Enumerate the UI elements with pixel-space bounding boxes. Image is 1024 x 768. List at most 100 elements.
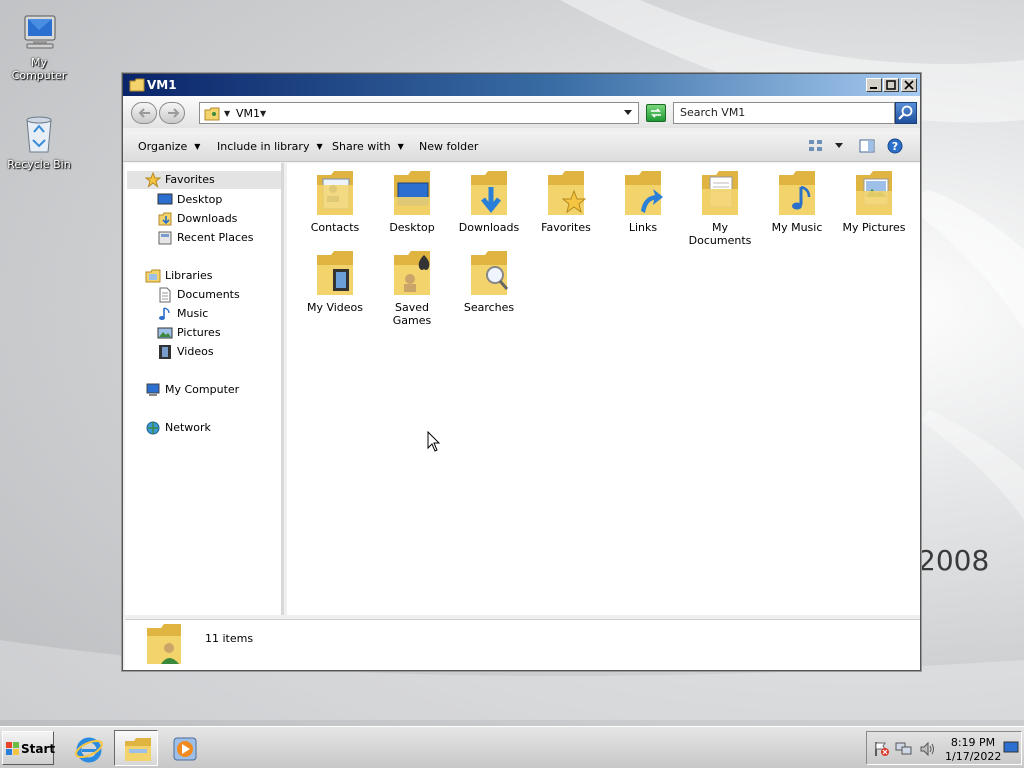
include-in-library-button[interactable]: Include in library ▼ — [217, 140, 323, 153]
nav-recent-places[interactable]: Recent Places — [157, 229, 277, 247]
links-folder-icon — [625, 171, 663, 215]
help-icon[interactable]: ? — [887, 138, 903, 154]
forward-button[interactable] — [159, 102, 185, 124]
maximize-button[interactable] — [883, 78, 899, 92]
command-bar: Organize ▼ Include in library ▼ Share with… — [123, 132, 920, 162]
folder-downloads[interactable]: Downloads — [453, 169, 525, 234]
address-toolbar: ▼ VM1 ▼ Search VM1 — [123, 96, 920, 128]
taskbar-internet-explorer[interactable] — [66, 730, 110, 766]
search-input[interactable]: Search VM1 — [673, 102, 895, 124]
address-dropdown-icon[interactable] — [624, 110, 632, 116]
folder-favorites[interactable]: Favorites — [530, 169, 602, 234]
view-dropdown-icon[interactable] — [835, 143, 843, 149]
pictures-folder-icon — [856, 171, 892, 215]
nav-favorites[interactable]: Favorites — [127, 171, 281, 189]
computer-icon — [146, 383, 160, 396]
folder-my-pictures[interactable]: My Pictures — [838, 169, 910, 234]
start-button[interactable]: Start — [2, 731, 55, 765]
nav-music[interactable]: Music — [157, 305, 277, 323]
show-desktop-icon[interactable] — [1003, 740, 1019, 756]
window-titlebar[interactable]: VM1 — [123, 74, 920, 96]
music-folder-icon — [779, 171, 815, 215]
folder-user-icon — [204, 107, 220, 121]
desktop-folder-icon — [394, 171, 430, 215]
nav-my-computer[interactable]: My Computer — [145, 381, 275, 399]
caret-down-icon: ▼ — [316, 142, 323, 151]
clock-date: 1/17/2022 — [945, 750, 1002, 763]
window-title: VM1 — [147, 78, 177, 92]
folder-user-large-icon — [147, 624, 181, 664]
folder-searches[interactable]: Searches — [453, 249, 525, 314]
media-player-icon — [173, 737, 197, 761]
breadcrumb-separator-icon[interactable]: ▼ — [224, 109, 230, 118]
desktop-icon-label: Recycle Bin — [7, 158, 71, 171]
nav-libraries[interactable]: Libraries — [145, 267, 275, 285]
system-tray: 8:19 PM 1/17/2022 — [866, 731, 1022, 765]
downloads-folder-icon — [471, 171, 507, 215]
organize-button[interactable]: Organize ▼ — [138, 140, 200, 153]
searches-folder-icon — [471, 251, 509, 295]
folder-saved-games[interactable]: Saved Games — [376, 249, 448, 327]
volume-icon[interactable] — [919, 740, 937, 758]
windows-explorer-icon — [125, 738, 151, 761]
folder-my-music[interactable]: My Music — [761, 169, 833, 234]
recent-places-icon — [158, 231, 172, 245]
videos-icon — [159, 345, 171, 359]
maximize-icon — [886, 80, 896, 90]
nav-videos[interactable]: Videos — [157, 343, 277, 361]
desktop-icon-recycle-bin[interactable]: Recycle Bin — [2, 112, 76, 171]
view-options-icon[interactable] — [808, 138, 824, 154]
libraries-icon — [145, 269, 161, 283]
recycle-bin-icon — [26, 116, 52, 153]
refresh-button[interactable] — [646, 104, 666, 122]
pictures-icon — [157, 327, 173, 339]
back-button[interactable] — [131, 102, 157, 124]
search-button[interactable] — [895, 102, 917, 124]
network-icon — [146, 421, 160, 435]
taskbar-media-player[interactable] — [162, 730, 206, 766]
favorites-star-icon — [145, 172, 161, 188]
taskbar: Start 8:19 PM 1/17/2022 — [0, 726, 1024, 768]
navigation-pane: Favorites Desktop Downloads Recent Place… — [125, 163, 284, 615]
caret-down-icon: ▼ — [397, 142, 404, 151]
explorer-window: VM1 ▼ VM1 ▼ Search VM1 Organize ▼ Includ… — [122, 73, 921, 671]
clock-time: 8:19 PM — [950, 736, 996, 749]
details-pane: 11 items — [125, 619, 920, 670]
mouse-cursor-icon — [427, 431, 441, 452]
breadcrumb-chevron-icon[interactable]: ▼ — [260, 109, 266, 118]
preview-pane-icon[interactable] — [859, 138, 875, 154]
folder-my-documents[interactable]: My Documents — [684, 169, 756, 247]
close-icon — [904, 80, 914, 90]
folder-links[interactable]: Links — [607, 169, 679, 234]
internet-explorer-icon — [75, 737, 103, 763]
windows-logo-icon — [6, 742, 19, 755]
contacts-folder-icon — [317, 171, 353, 215]
taskbar-clock[interactable]: 8:19 PM 1/17/2022 — [945, 736, 1001, 764]
search-icon — [898, 105, 913, 120]
nav-pictures[interactable]: Pictures — [157, 324, 277, 342]
close-button[interactable] — [901, 78, 917, 92]
nav-desktop[interactable]: Desktop — [157, 191, 277, 209]
share-with-button[interactable]: Share with ▼ — [332, 140, 404, 153]
folder-contacts[interactable]: Contacts — [299, 169, 371, 234]
computer-icon — [24, 15, 56, 49]
nav-documents[interactable]: Documents — [157, 286, 277, 304]
nav-network[interactable]: Network — [145, 419, 275, 437]
folder-my-videos[interactable]: My Videos — [299, 249, 371, 314]
taskbar-windows-explorer[interactable] — [114, 730, 158, 766]
wallpaper-brand-text: 2008 — [918, 544, 990, 577]
desktop-icon-my-computer[interactable]: My Computer — [2, 10, 76, 82]
forward-arrow-icon — [168, 108, 180, 118]
folder-desktop[interactable]: Desktop — [376, 169, 448, 234]
new-folder-button[interactable]: New folder — [419, 140, 478, 153]
favorites-folder-icon — [548, 171, 587, 215]
nav-downloads[interactable]: Downloads — [157, 210, 277, 228]
svg-text:?: ? — [892, 140, 898, 153]
minimize-button[interactable] — [866, 78, 882, 92]
network-tray-icon[interactable] — [895, 740, 913, 758]
breadcrumb-vm1[interactable]: VM1 — [236, 107, 260, 120]
address-field[interactable]: ▼ VM1 ▼ — [199, 102, 639, 124]
action-center-flag-icon[interactable] — [873, 740, 891, 758]
downloads-icon — [158, 212, 172, 226]
caret-down-icon: ▼ — [194, 142, 201, 151]
